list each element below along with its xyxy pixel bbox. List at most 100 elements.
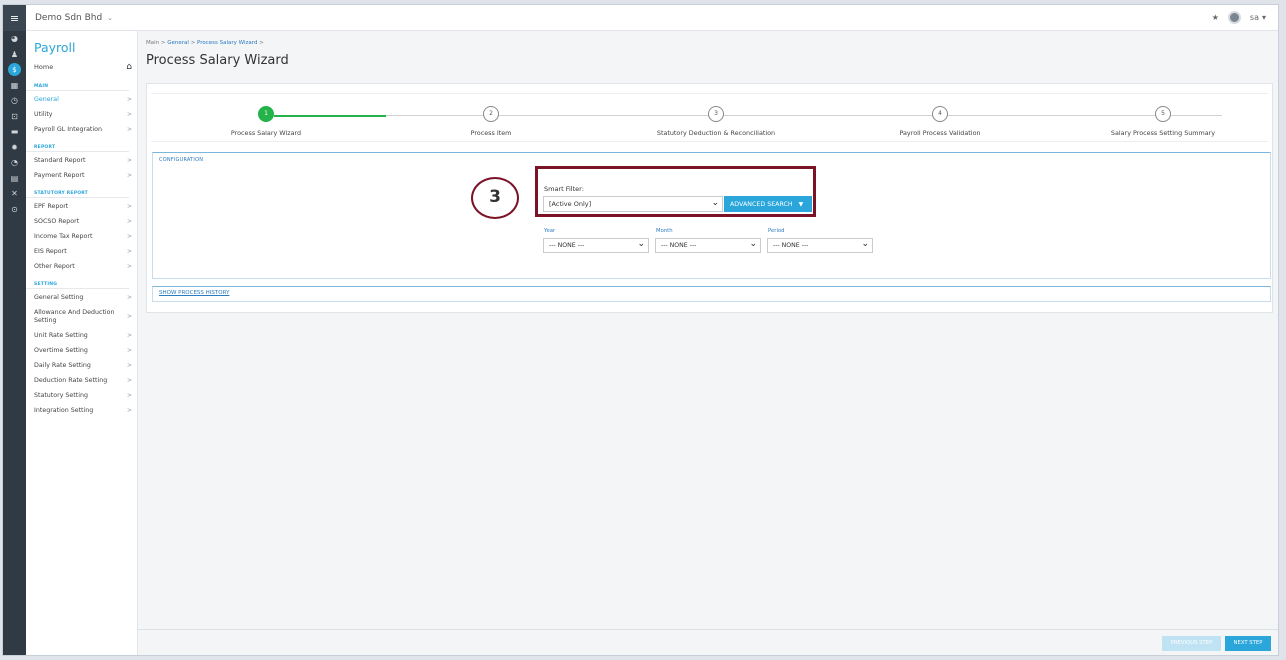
breadcrumb-separator: >: [190, 40, 196, 46]
advanced-search-button[interactable]: ADVANCED SEARCH ▼: [724, 196, 812, 212]
gear-icon[interactable]: ✹: [3, 140, 26, 156]
sidebar-item-other-report[interactable]: Other Report >: [26, 259, 137, 274]
sidebar-item-label: Utility: [34, 111, 53, 118]
chevron-down-icon: ⌄: [711, 198, 719, 208]
sidebar-item-payment-report[interactable]: Payment Report >: [26, 168, 137, 183]
chevron-down-icon: ⌄: [637, 239, 645, 249]
sidebar-item-payroll-gl[interactable]: Payroll GL Integration >: [26, 122, 137, 137]
sidebar-item-overtime-setting[interactable]: Overtime Setting >: [26, 343, 137, 358]
star-icon[interactable]: ★: [1212, 13, 1219, 22]
people-icon[interactable]: ♟: [3, 47, 26, 63]
sidebar-item-allowance-deduction-setting[interactable]: Allowance And Deduction Setting >: [26, 305, 137, 328]
breadcrumb-wizard[interactable]: Process Salary Wizard: [197, 40, 257, 46]
process-history-panel: SHOW PROCESS HISTORY: [152, 286, 1271, 302]
sidebar-item-label: General: [34, 96, 59, 103]
sidebar-item-deduction-rate-setting[interactable]: Deduction Rate Setting >: [26, 373, 137, 388]
breadcrumb: Main > General > Process Salary Wizard >: [146, 40, 264, 46]
sidebar-item-general[interactable]: General >: [26, 92, 137, 107]
step-number: 4: [932, 106, 948, 122]
user-name[interactable]: sa: [1250, 13, 1259, 22]
next-step-button[interactable]: NEXT STEP: [1225, 636, 1271, 651]
chart-icon[interactable]: ◔: [3, 155, 26, 171]
period-label: Period: [768, 228, 785, 234]
sidebar-item-label: Income Tax Report: [34, 233, 93, 240]
sidebar-item-label: General Setting: [34, 294, 84, 301]
chevron-right-icon: >: [126, 233, 132, 240]
sidebar-item-unit-rate-setting[interactable]: Unit Rate Setting >: [26, 328, 137, 343]
sidebar-item-standard-report[interactable]: Standard Report >: [26, 153, 137, 168]
step-number: 3: [708, 106, 724, 122]
chevron-down-icon: ⌄: [107, 13, 113, 22]
company-selector[interactable]: Demo Sdn Bhd ⌄: [35, 13, 113, 23]
chevron-down-icon: ⌄: [749, 239, 757, 249]
chevron-right-icon: >: [126, 157, 132, 164]
main-content: Main > General > Process Salary Wizard >…: [138, 31, 1278, 655]
sidebar-item-daily-rate-setting[interactable]: Daily Rate Setting >: [26, 358, 137, 373]
sidebar-item-label: Other Report: [34, 263, 75, 270]
sidebar: Payroll Home ⌂ MAIN General > Utility > Pa…: [26, 31, 138, 655]
sidebar-item-socso-report[interactable]: SOCSO Report >: [26, 214, 137, 229]
caret-down-icon[interactable]: ▾: [1262, 13, 1266, 22]
step-label: Salary Process Setting Summary: [1110, 129, 1216, 137]
breadcrumb-general[interactable]: General: [167, 40, 189, 46]
sidebar-item-label: Standard Report: [34, 157, 86, 164]
caret-down-icon: ▼: [798, 200, 804, 208]
top-bar: Demo Sdn Bhd ⌄ ★ sa ▾: [26, 5, 1278, 31]
year-label: Year: [544, 228, 556, 234]
step-label: Statutory Deduction & Reconciliation: [656, 129, 776, 137]
wizard-step-2[interactable]: 2 Process Item: [391, 106, 591, 137]
clock-icon[interactable]: ◷: [3, 93, 26, 109]
annotation-highlight-box: Smart Filter: [Active Only] ⌄ ADVANCED S…: [535, 166, 816, 217]
configuration-header: CONFIGURATION: [159, 157, 204, 163]
page-title: Process Salary Wizard: [146, 53, 289, 68]
menu-icon[interactable]: ≡: [3, 5, 26, 31]
sidebar-item-eis-report[interactable]: EIS Report >: [26, 244, 137, 259]
configuration-panel: CONFIGURATION 3 Smart Filter: [Active On…: [152, 152, 1271, 279]
sidebar-item-label: EIS Report: [34, 248, 67, 255]
calendar-icon[interactable]: ▦: [3, 78, 26, 94]
previous-step-button[interactable]: PREVIOUS STEP: [1162, 636, 1221, 651]
sidebar-item-label: Payment Report: [34, 172, 85, 179]
wizard-step-3[interactable]: 3 Statutory Deduction & Reconciliation: [616, 106, 816, 137]
month-select[interactable]: --- NONE --- ⌄: [655, 238, 761, 253]
year-select[interactable]: --- NONE --- ⌄: [543, 238, 649, 253]
settings-icon[interactable]: ⊙: [3, 202, 26, 218]
wizard-step-1[interactable]: 1 Process Salary Wizard: [166, 106, 366, 137]
section-setting: SETTING: [26, 280, 129, 289]
sidebar-item-epf-report[interactable]: EPF Report >: [26, 199, 137, 214]
chevron-right-icon: >: [126, 263, 132, 270]
chevron-right-icon: >: [126, 332, 132, 339]
sidebar-item-label: Statutory Setting: [34, 392, 88, 399]
wizard-step-5[interactable]: 5 Salary Process Setting Summary: [1063, 106, 1263, 137]
wizard-step-4[interactable]: 4 Payroll Process Validation: [840, 106, 1040, 137]
period-select[interactable]: --- NONE --- ⌄: [767, 238, 873, 253]
smart-filter-value: [Active Only]: [549, 200, 592, 208]
sidebar-item-home[interactable]: Home ⌂: [26, 58, 137, 76]
period-value: --- NONE ---: [773, 242, 809, 249]
wizard-card: 1 Process Salary Wizard 2 Process Item 3…: [146, 83, 1273, 313]
tools-icon[interactable]: ✕: [3, 186, 26, 202]
chevron-right-icon: >: [126, 126, 132, 133]
smart-filter-label: Smart Filter:: [544, 185, 584, 193]
advanced-search-label: ADVANCED SEARCH: [730, 200, 793, 208]
sidebar-item-integration-setting[interactable]: Integration Setting >: [26, 403, 137, 418]
sidebar-item-utility[interactable]: Utility >: [26, 107, 137, 122]
company-name: Demo Sdn Bhd: [35, 12, 103, 23]
smart-filter-select[interactable]: [Active Only] ⌄: [543, 196, 723, 212]
show-process-history-link[interactable]: SHOW PROCESS HISTORY: [159, 290, 229, 296]
payroll-icon[interactable]: $: [3, 62, 26, 78]
chevron-right-icon: >: [126, 377, 132, 384]
sidebar-item-general-setting[interactable]: General Setting >: [26, 290, 137, 305]
footer-bar: PREVIOUS STEP NEXT STEP: [138, 629, 1278, 655]
car-icon[interactable]: ▬: [3, 124, 26, 140]
sidebar-item-label: Home: [34, 63, 54, 71]
avatar[interactable]: [1227, 11, 1241, 24]
sidebar-item-label: SOCSO Report: [34, 218, 80, 225]
sidebar-item-statutory-setting[interactable]: Statutory Setting >: [26, 388, 137, 403]
dashboard-icon[interactable]: ◕: [3, 31, 26, 47]
sidebar-item-income-tax-report[interactable]: Income Tax Report >: [26, 229, 137, 244]
calculator-icon[interactable]: ▤: [3, 171, 26, 187]
home-icon: ⌂: [126, 62, 132, 72]
lock-icon[interactable]: ⊡: [3, 109, 26, 125]
breadcrumb-main[interactable]: Main: [146, 40, 159, 46]
